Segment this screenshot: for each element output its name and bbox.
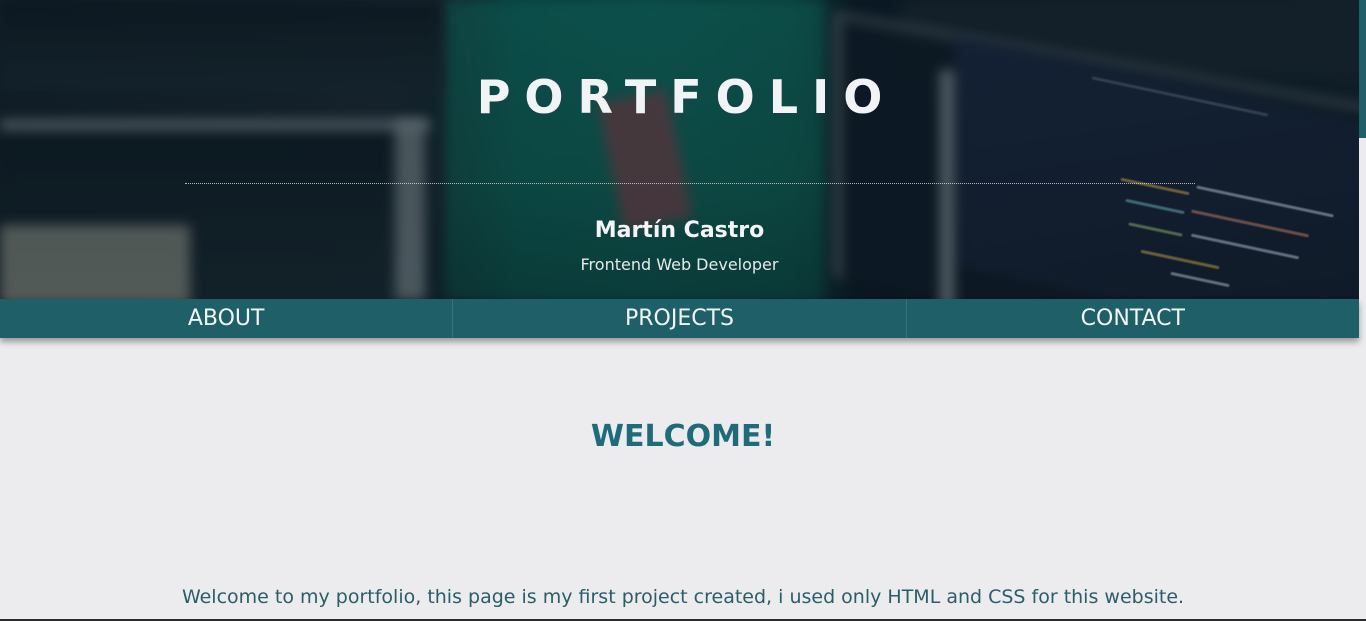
welcome-heading: WELCOME!	[590, 419, 776, 454]
hero-divider	[185, 183, 1195, 184]
author-name: Martín Castro	[594, 218, 765, 243]
nav-item-projects[interactable]: PROJECTS	[452, 299, 905, 338]
author-role: Frontend Web Developer	[580, 255, 779, 274]
main-navigation: ABOUT PROJECTS CONTACT	[0, 299, 1359, 338]
hero-banner: PORTFOLIO Martín Castro Frontend Web Dev…	[0, 0, 1359, 299]
nav-item-about[interactable]: ABOUT	[0, 299, 452, 338]
nav-item-contact[interactable]: CONTACT	[905, 299, 1359, 338]
hero-title: PORTFOLIO	[476, 70, 897, 124]
scrollbar-thumb[interactable]	[1359, 0, 1366, 138]
welcome-text: Welcome to my portfolio, this page is my…	[181, 586, 1185, 608]
portfolio-page: PORTFOLIO Martín Castro Frontend Web Dev…	[0, 0, 1366, 621]
